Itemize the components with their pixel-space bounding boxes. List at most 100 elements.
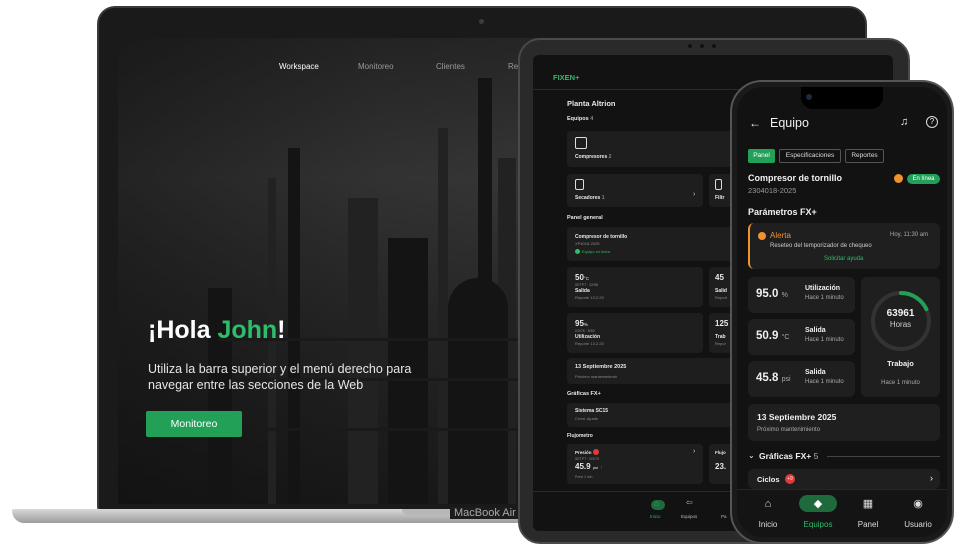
home-icon: ⌂ bbox=[764, 498, 772, 510]
presion-value-row: 45.9 psi ↑ bbox=[575, 462, 603, 471]
trabajo-label: Trabajo bbox=[887, 359, 914, 368]
salida1-unit: °C bbox=[781, 334, 790, 341]
presion-value: 45.9 bbox=[575, 462, 591, 471]
secadores-card[interactable]: Secadores 1 › bbox=[567, 174, 703, 207]
maintenance-card[interactable]: 13 Septiembre 2025 Próximo mantenimiento bbox=[567, 358, 737, 384]
bell-icon[interactable]: ♫ bbox=[900, 116, 908, 128]
hours-value: 63961 bbox=[886, 308, 915, 319]
plant-silhouette bbox=[448, 278, 508, 504]
sistema-card[interactable]: Sistema SC15 Cront. Ajuste bbox=[567, 403, 737, 427]
presion-card[interactable]: Presión › SETPT · 0/3/75 45.9 psi ↑ Pres… bbox=[567, 444, 703, 484]
tab-especificaciones[interactable]: Especificaciones bbox=[779, 149, 841, 163]
salida2-value: 45.8 bbox=[756, 372, 779, 384]
compresores-label: Compresores bbox=[575, 154, 608, 160]
filtros-label: Filtr bbox=[715, 195, 725, 201]
chevron-right-icon: › bbox=[693, 191, 696, 198]
flujo-label: Flujo bbox=[715, 450, 726, 455]
alert-badge-icon bbox=[593, 449, 599, 455]
ciclos-row[interactable]: Ciclos +9 › bbox=[748, 469, 940, 489]
metric-date: Reporte 13.2.25 bbox=[575, 295, 604, 300]
metric-date: Reporte 13.2.25 bbox=[575, 341, 604, 346]
alert-time: Hoy, 11:30 am bbox=[890, 232, 929, 238]
compressor-icon bbox=[575, 137, 587, 149]
maintenance-card[interactable]: 13 Septiembre 2025 Próximo mantenimiento bbox=[748, 404, 940, 441]
salida2-sub: Hace 1 minuto bbox=[805, 379, 844, 385]
salida1-label: Salida bbox=[805, 327, 826, 334]
online-dot-icon bbox=[575, 249, 580, 254]
metric-value: 95 bbox=[575, 319, 584, 328]
nav-clientes[interactable]: Clientes bbox=[436, 62, 465, 71]
equipment-icon: ⇦ bbox=[686, 498, 693, 507]
phone-camera bbox=[806, 94, 812, 100]
compresores-card[interactable]: Compresores 2 bbox=[567, 131, 737, 167]
tablet-camera bbox=[684, 44, 724, 48]
hero-greeting: ¡Hola bbox=[148, 316, 218, 344]
graficas-heading: Gráficas FX+ 5 bbox=[759, 451, 818, 461]
metric-unit: % bbox=[583, 322, 588, 327]
chevron-right-icon: › bbox=[930, 473, 933, 483]
back-arrow-icon[interactable]: ← bbox=[749, 116, 761, 130]
sistema-sub: Cront. Ajuste bbox=[575, 416, 598, 421]
salida1-sub: Hace 1 minuto bbox=[805, 337, 844, 343]
nav-panel[interactable]: Pa bbox=[721, 514, 727, 519]
maintenance-sub: Próximo mantenimiento bbox=[575, 374, 618, 379]
chevron-right-icon: › bbox=[693, 448, 696, 455]
equipment-name: Compresor de tornillo bbox=[748, 173, 843, 183]
salida-press-card[interactable]: 45.8 psi Salida Hace 1 minuto bbox=[748, 361, 855, 397]
presion-label: Presión bbox=[575, 450, 592, 455]
equipo-status: Equipo en línea bbox=[582, 249, 610, 254]
salida-temp-card[interactable]: 50.9 °C Salida Hace 1 minuto bbox=[748, 319, 855, 355]
metric-card-salida-temp[interactable]: 50°C SETPT · 02/98 Salida Reporte 13.2.2… bbox=[567, 267, 703, 307]
nav-inicio[interactable]: Inicio bbox=[650, 514, 661, 519]
monitoreo-button[interactable]: Monitoreo bbox=[146, 411, 242, 437]
horas-trabajo-card[interactable]: 63961 Horas Trabajo Hace 1 minuto bbox=[861, 277, 940, 397]
hero-exclamation: ! bbox=[277, 316, 286, 344]
metric-label: Utilización bbox=[575, 334, 601, 340]
nav-equipos[interactable]: ◆ Equipos bbox=[793, 490, 843, 537]
nav-equipos[interactable]: Equipos bbox=[681, 514, 697, 519]
tab-reportes[interactable]: Reportes bbox=[845, 149, 884, 163]
nav-usuario[interactable]: ◉ Usuario bbox=[893, 490, 943, 537]
ciclos-badge: +9 bbox=[785, 474, 795, 484]
utilizacion-card[interactable]: 95.0 % Utilización Hace 1 minuto bbox=[748, 277, 855, 313]
device-mockup-stage: Workspace Monitoreo Clientes Rep ¡Hola J… bbox=[0, 0, 954, 546]
request-help-link[interactable]: Solicitar ayuda bbox=[824, 256, 863, 262]
equipos-heading: Equipos 4 bbox=[567, 116, 593, 122]
nav-inicio[interactable]: ⌂ Inicio bbox=[743, 490, 793, 537]
nav-workspace[interactable]: Workspace bbox=[279, 62, 319, 71]
ciclos-label: Ciclos bbox=[757, 475, 780, 484]
util-value-row: 95.0 % bbox=[756, 288, 788, 300]
filter-icon bbox=[715, 179, 722, 190]
user-icon: ◉ bbox=[913, 498, 923, 510]
phone-bottom-nav: ⌂ Inicio ◆ Equipos ▦ Panel ◉ Usuario bbox=[737, 489, 947, 537]
status-badge: En línea bbox=[907, 174, 940, 184]
graficas-heading: Gráficas FX+ bbox=[567, 391, 601, 397]
salida2-unit: psi bbox=[781, 376, 791, 383]
salida1-value: 50.9 bbox=[756, 330, 779, 342]
nav-panel[interactable]: ▦ Panel bbox=[843, 490, 893, 537]
help-icon[interactable]: ? bbox=[926, 116, 938, 128]
util-value: 95.0 bbox=[756, 288, 779, 300]
metric-card-utilizacion[interactable]: 95% 0/3/76 · 8/50 Utilización Reporte 13… bbox=[567, 313, 703, 353]
chevron-down-icon[interactable]: ⌄ bbox=[748, 451, 755, 460]
compresores-label-row: Compresores 2 bbox=[575, 154, 611, 160]
equipo-card[interactable]: Compresor de tornillo XP4018-2025 Equipo… bbox=[567, 227, 737, 261]
nav-monitoreo[interactable]: Monitoreo bbox=[358, 62, 394, 71]
equipment-icon: ◆ bbox=[813, 498, 823, 510]
metric-label: Trab bbox=[715, 334, 726, 340]
alert-icon bbox=[758, 232, 766, 240]
presion-unit: psi bbox=[592, 465, 598, 470]
nav-panel-label: Panel bbox=[857, 520, 879, 529]
maintenance-date: 13 Septiembre 2025 bbox=[757, 412, 837, 422]
trabajo-sub: Hace 1 minuto bbox=[881, 380, 920, 386]
graficas-label: Gráficas FX+ bbox=[759, 451, 812, 461]
alert-card[interactable]: Alerta Hoy, 11:30 am Reseteo del tempori… bbox=[748, 223, 940, 269]
nav-usuario-label: Usuario bbox=[904, 520, 932, 529]
metric-date: Report bbox=[715, 295, 728, 300]
util-sub: Hace 1 minuto bbox=[805, 295, 844, 301]
metric-value: 50 bbox=[575, 273, 584, 282]
alert-message: Reseteo del temporizador de chequeo bbox=[770, 243, 872, 249]
page-title: Equipo bbox=[770, 116, 809, 130]
sistema-name: Sistema SC15 bbox=[575, 408, 609, 414]
tab-panel[interactable]: Panel bbox=[748, 149, 775, 163]
